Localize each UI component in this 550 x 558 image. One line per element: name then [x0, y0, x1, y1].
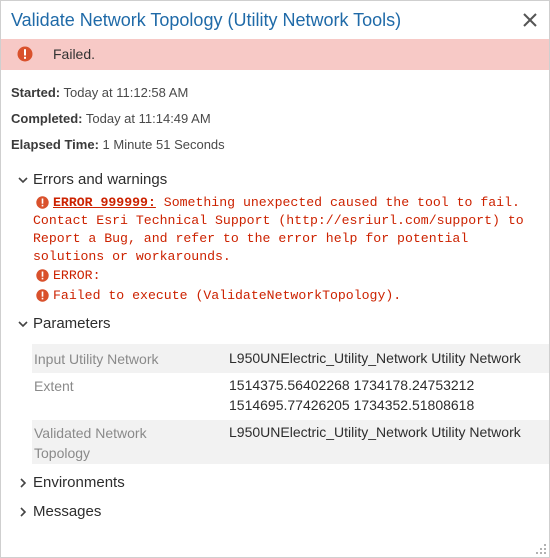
section-errors-and-warnings[interactable]: Errors and warnings	[17, 171, 167, 191]
parameter-label: Extent	[34, 378, 74, 394]
resize-grip-icon[interactable]	[535, 543, 547, 555]
elapsed-label: Elapsed Time:	[11, 137, 99, 152]
completed-value: Today at 11:14:49 AM	[82, 111, 211, 126]
error-message-line: ERROR:	[53, 268, 101, 283]
error-message-line: Report a Bug, and refer to the error hel…	[33, 231, 469, 246]
status-text: Failed.	[53, 46, 96, 62]
section-environments[interactable]: Environments	[17, 474, 125, 494]
error-code-link[interactable]: ERROR 999999:	[53, 195, 156, 210]
parameter-value: L950UNElectric_Utility_Network Utility N…	[229, 350, 521, 366]
section-messages[interactable]: Messages	[17, 503, 101, 523]
section-parameters[interactable]: Parameters	[17, 315, 111, 335]
parameter-label: Input Utility Network	[34, 351, 159, 367]
error-circle-icon	[36, 289, 49, 302]
error-message-line: solutions or workarounds.	[33, 249, 231, 264]
chevron-right-icon	[20, 507, 27, 517]
status-banner: Failed.	[1, 39, 549, 70]
chevron-down-icon	[18, 321, 28, 328]
elapsed-line: Elapsed Time: 1 Minute 51 Seconds	[11, 137, 225, 152]
error-message-line: Contact Esri Technical Support (http://e…	[33, 213, 524, 228]
chevron-down-icon	[18, 177, 28, 184]
started-label: Started:	[11, 85, 61, 100]
close-icon	[523, 13, 537, 27]
completed-label: Completed:	[11, 111, 83, 126]
section-label: Parameters	[33, 315, 111, 332]
title-bar: Validate Network Topology (Utility Netwo…	[1, 1, 549, 39]
parameter-row: Extent 1514375.56402268 1734178.24753212…	[32, 373, 549, 420]
started-value: Today at 11:12:58 AM	[60, 85, 189, 100]
section-label: Errors and warnings	[33, 171, 168, 188]
parameter-label: Topology	[34, 445, 91, 461]
close-button[interactable]	[519, 9, 541, 31]
error-circle-icon	[36, 269, 49, 282]
error-circle-icon	[36, 196, 49, 209]
parameter-row: Validated Network Topology L950UNElectri…	[32, 420, 549, 464]
started-line: Started: Today at 11:12:58 AM	[11, 85, 188, 100]
error-circle-icon	[17, 46, 33, 62]
parameter-row: Input Utility Network L950UNElectric_Uti…	[32, 344, 549, 373]
parameter-value: L950UNElectric_Utility_Network Utility N…	[229, 424, 521, 440]
error-text: Something unexpected caused the tool to …	[155, 195, 520, 210]
error-message-line: ERROR 999999: Something unexpected cause…	[53, 194, 520, 212]
section-label: Environments	[33, 474, 125, 491]
parameter-value: 1514375.56402268 1734178.24753212	[229, 377, 475, 393]
parameter-value: 1514695.77426205 1734352.51808618	[229, 397, 475, 413]
window-title: Validate Network Topology (Utility Netwo…	[11, 10, 402, 30]
completed-line: Completed: Today at 11:14:49 AM	[11, 111, 211, 126]
parameter-label: Validated Network	[34, 425, 147, 441]
section-label: Messages	[33, 503, 102, 520]
tool-result-window: Validate Network Topology (Utility Netwo…	[0, 0, 550, 558]
error-message-line: Failed to execute (ValidateNetworkTopolo…	[53, 288, 402, 303]
elapsed-value: 1 Minute 51 Seconds	[98, 137, 225, 152]
chevron-right-icon	[20, 478, 27, 488]
